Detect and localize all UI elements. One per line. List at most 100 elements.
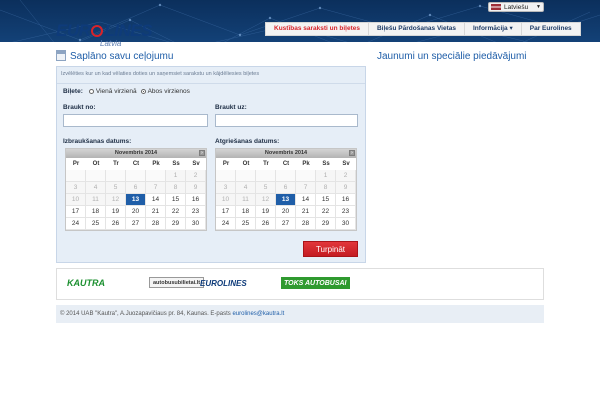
footer-email-link[interactable]: eurolines@kautra.lt bbox=[232, 311, 284, 317]
calendar-day[interactable]: 15 bbox=[166, 194, 186, 206]
calendar-day[interactable]: 17 bbox=[66, 206, 86, 218]
calendar-day[interactable]: 19 bbox=[256, 206, 276, 218]
calendar-day[interactable]: 29 bbox=[316, 218, 336, 230]
language-label: Latviešu bbox=[504, 3, 529, 11]
nav-item-about[interactable]: Par Eurolines bbox=[522, 23, 580, 35]
calendar-day: 5 bbox=[256, 182, 276, 194]
calendar-day: 12 bbox=[106, 194, 126, 206]
round-trip-radio[interactable] bbox=[140, 89, 146, 94]
calendar-day[interactable]: 13 bbox=[126, 194, 146, 206]
partners-strip: KAUTRA autobusubilietai.lt EUROLINES TOK… bbox=[56, 268, 544, 300]
partner-kautra[interactable]: KAUTRA bbox=[67, 277, 105, 289]
depart-date-label: Izbraukšanas datums: bbox=[63, 138, 132, 145]
calendar-day[interactable]: 29 bbox=[166, 218, 186, 230]
calendar-day[interactable]: 26 bbox=[256, 218, 276, 230]
calendar-day[interactable]: 16 bbox=[336, 194, 356, 206]
from-input[interactable] bbox=[63, 114, 208, 127]
calendar-day[interactable]: 18 bbox=[236, 206, 256, 218]
calendar-day[interactable]: 14 bbox=[146, 194, 166, 206]
divider bbox=[57, 83, 365, 84]
calendar-day[interactable]: 28 bbox=[146, 218, 166, 230]
calendar-day: 11 bbox=[236, 194, 256, 206]
one-way-radio[interactable] bbox=[88, 89, 94, 94]
continue-button[interactable]: Turpināt bbox=[303, 241, 358, 257]
eurolines-logo[interactable]: EUR LINES Latvia bbox=[56, 22, 152, 50]
calendar-day[interactable]: 28 bbox=[296, 218, 316, 230]
calendar-day[interactable]: 20 bbox=[126, 206, 146, 218]
calendar-day[interactable]: 24 bbox=[216, 218, 236, 230]
calendar-day[interactable]: 15 bbox=[316, 194, 336, 206]
calendar-day bbox=[146, 170, 166, 182]
calendar-day[interactable]: 17 bbox=[216, 206, 236, 218]
calendar-day bbox=[66, 170, 86, 182]
calendar-day bbox=[106, 170, 126, 182]
calendar-weekdays: Pr Ot Tr Ct Pk Ss Sv bbox=[216, 158, 356, 170]
calendar-day[interactable]: 14 bbox=[296, 194, 316, 206]
nav-item-information[interactable]: Informācija ▾ bbox=[465, 23, 522, 35]
calendar-day[interactable]: 16 bbox=[186, 194, 206, 206]
weekday-label: Tr bbox=[263, 161, 269, 167]
calendar-day: 1 bbox=[316, 170, 336, 182]
calendar-icon bbox=[56, 50, 66, 61]
partner-eurolines[interactable]: EUROLINES bbox=[200, 277, 247, 289]
calendar-day: 8 bbox=[316, 182, 336, 194]
weekday-label: Pk bbox=[302, 161, 310, 167]
calendar-day bbox=[256, 170, 276, 182]
calendar-day[interactable]: 23 bbox=[186, 206, 206, 218]
weekday-label: Pr bbox=[72, 161, 80, 167]
to-input[interactable] bbox=[215, 114, 358, 127]
partner-toks[interactable]: TOKS AUTOBUSAI bbox=[281, 277, 350, 289]
next-month-icon[interactable]: › bbox=[349, 150, 355, 156]
calendar-day: 7 bbox=[296, 182, 316, 194]
weekday-label: Ct bbox=[132, 161, 140, 167]
next-month-icon[interactable]: › bbox=[199, 150, 205, 156]
calendar-day bbox=[86, 170, 106, 182]
calendar-day[interactable]: 30 bbox=[186, 218, 206, 230]
calendar-weekdays: Pr Ot Tr Ct Pk Ss Sv bbox=[66, 158, 206, 170]
calendar-day[interactable]: 27 bbox=[126, 218, 146, 230]
calendar-day[interactable]: 30 bbox=[336, 218, 356, 230]
partner-autobusubilietai[interactable]: autobusubilietai.lt bbox=[149, 277, 205, 288]
calendar-day: 6 bbox=[126, 182, 146, 194]
ticket-type: Biļete: Vienā virzienā Abos virzienos bbox=[63, 88, 190, 95]
weekday-label: Pk bbox=[152, 161, 160, 167]
calendar-day[interactable]: 26 bbox=[106, 218, 126, 230]
weekday-label: Sv bbox=[342, 161, 350, 167]
return-calendar: Novembris 2014 › Pr Ot Tr Ct Pk Ss Sv 1 2 3 4 5 6 7 8 9 10… bbox=[215, 148, 357, 231]
calendar-day[interactable]: 19 bbox=[106, 206, 126, 218]
logo-wordmark: EUR LINES bbox=[56, 21, 152, 40]
calendar-day[interactable]: 27 bbox=[276, 218, 296, 230]
calendar-month-header: Novembris 2014 › bbox=[66, 149, 206, 158]
calendar-day[interactable]: 18 bbox=[86, 206, 106, 218]
calendar-day[interactable]: 25 bbox=[236, 218, 256, 230]
calendar-day[interactable]: 24 bbox=[66, 218, 86, 230]
calendar-day[interactable]: 21 bbox=[146, 206, 166, 218]
calendar-day: 9 bbox=[336, 182, 356, 194]
calendar-day: 4 bbox=[86, 182, 106, 194]
calendar-day: 4 bbox=[236, 182, 256, 194]
calendar-day[interactable]: 23 bbox=[336, 206, 356, 218]
logo-country: Latvia bbox=[100, 39, 122, 48]
calendar-day[interactable]: 22 bbox=[316, 206, 336, 218]
calendar-day[interactable]: 22 bbox=[166, 206, 186, 218]
calendar-day bbox=[236, 170, 256, 182]
calendar-day[interactable]: 20 bbox=[276, 206, 296, 218]
nav-item-schedules[interactable]: Kustības saraksti un biļetes bbox=[266, 23, 369, 35]
planner-hint: Izvēlēties kur un kad vēlaties doties un… bbox=[61, 71, 260, 77]
offers-title: Jaunumi un speciālie piedāvājumi bbox=[377, 51, 527, 62]
round-trip-label[interactable]: Abos virzienos bbox=[148, 88, 190, 95]
nav-item-sales-points[interactable]: Biļešu Pārdošanas Vietas bbox=[369, 23, 465, 35]
calendar-day: 11 bbox=[86, 194, 106, 206]
calendar-day: 3 bbox=[66, 182, 86, 194]
calendar-day: 5 bbox=[106, 182, 126, 194]
calendar-day[interactable]: 25 bbox=[86, 218, 106, 230]
weekday-label: Pr bbox=[222, 161, 230, 167]
calendar-day: 10 bbox=[216, 194, 236, 206]
calendar-day[interactable]: 21 bbox=[296, 206, 316, 218]
calendar-day[interactable]: 13 bbox=[276, 194, 296, 206]
nav-item-information-label: Informācija bbox=[473, 25, 508, 32]
language-select[interactable]: Latviešu ▼ bbox=[488, 2, 544, 12]
calendar-day bbox=[276, 170, 296, 182]
calendar-grid: 1 2 3 4 5 6 7 8 9 10 11 12 13 14 15 16 17 18 19 20 21 22 23 24 2… bbox=[216, 170, 356, 230]
one-way-label[interactable]: Vienā virzienā bbox=[96, 88, 137, 95]
